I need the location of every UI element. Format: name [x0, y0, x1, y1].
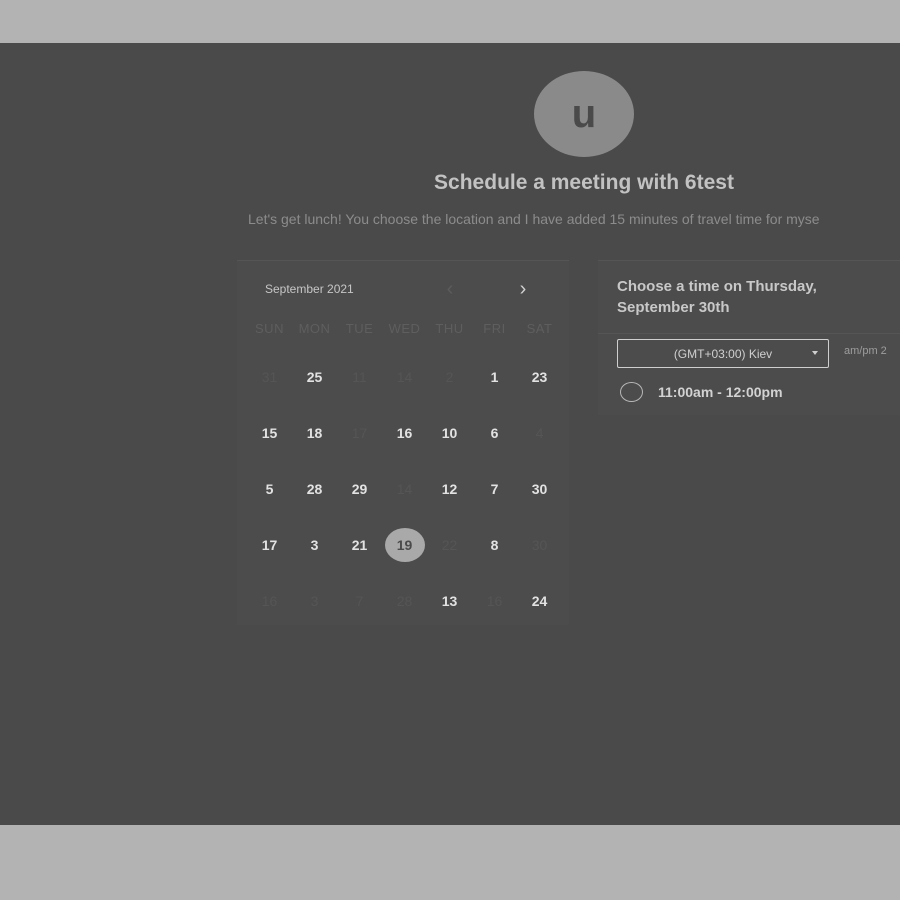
calendar-day[interactable]: 23 — [517, 349, 562, 405]
radio-icon[interactable] — [620, 382, 643, 402]
weekday-label: WED — [388, 321, 421, 336]
calendar-day: 4 — [535, 425, 544, 441]
calendar-day-grid: 31 25 11 14 2 1 23 15 18 17 16 10 6 4 5 28 29 14 12 7 30 17 3 2… — [247, 349, 562, 629]
calendar-day[interactable]: 24 — [517, 573, 562, 629]
time-slot-label: 11:00am - 12:00pm — [658, 384, 783, 400]
scheduling-page: u Schedule a meeting with 6test Let's ge… — [0, 43, 900, 825]
calendar-day: 16 — [261, 593, 278, 609]
time-panel: Choose a time on Thursday, September 30t… — [598, 260, 900, 415]
calendar-day[interactable]: 15 — [247, 405, 292, 461]
calendar-day-number: 19 — [384, 528, 425, 562]
calendar-day: 14 — [396, 481, 413, 497]
time-panel-title: Choose a time on Thursday, September 30t… — [617, 278, 817, 316]
calendar-day: 30 — [531, 537, 548, 553]
calendar-day[interactable]: 5 — [247, 461, 292, 517]
calendar-month-label: September 2021 — [265, 282, 354, 296]
weekday-label: THU — [435, 321, 464, 336]
calendar-day[interactable]: 10 — [427, 405, 472, 461]
calendar-day[interactable]: 17 — [247, 517, 292, 573]
weekday-label: MON — [298, 321, 331, 336]
weekday-label: TUE — [345, 321, 374, 336]
weekday-label: SUN — [255, 321, 284, 336]
weekday-label: FRI — [483, 321, 506, 336]
calendar-day: 16 — [486, 593, 503, 609]
calendar-day[interactable]: 1 — [472, 349, 517, 405]
time-format-toggle[interactable]: am/pm 2 — [844, 345, 887, 357]
chevron-left-icon[interactable]: ‹ — [440, 278, 460, 300]
calendar-day: 2 — [445, 369, 454, 385]
chevron-right-icon[interactable]: › — [513, 278, 533, 300]
calendar-day: 7 — [355, 593, 364, 609]
calendar-day: 17 — [351, 425, 368, 441]
calendar-day: 28 — [396, 593, 413, 609]
calendar-day: 14 — [396, 369, 413, 385]
calendar-day: 3 — [310, 593, 319, 609]
caret-down-icon — [812, 351, 818, 355]
avatar-letter: u — [571, 91, 597, 136]
calendar-day[interactable]: 13 — [427, 573, 472, 629]
timezone-select[interactable]: (GMT+03:00) Kiev — [617, 339, 829, 368]
divider — [598, 333, 900, 334]
calendar-day[interactable]: 3 — [292, 517, 337, 573]
calendar-day: 31 — [261, 369, 278, 385]
calendar-day[interactable]: 25 — [292, 349, 337, 405]
timezone-value: (GMT+03:00) Kiev — [673, 346, 773, 361]
calendar-day[interactable]: 29 — [337, 461, 382, 517]
calendar-day[interactable]: 16 — [382, 405, 427, 461]
calendar-day[interactable]: 8 — [472, 517, 517, 573]
time-slot-option[interactable]: 11:00am - 12:00pm — [620, 382, 783, 402]
weekday-label: SAT — [526, 321, 553, 336]
calendar-day: 22 — [441, 537, 458, 553]
calendar-card: September 2021 ‹ › SUN MON TUE WED THU F… — [237, 260, 569, 625]
avatar: u — [534, 71, 634, 157]
calendar-day: 11 — [352, 369, 367, 385]
calendar-day[interactable]: 21 — [337, 517, 382, 573]
weekday-header: SUN MON TUE WED THU FRI SAT — [247, 321, 562, 336]
calendar-day[interactable]: 6 — [472, 405, 517, 461]
calendar-day[interactable]: 30 — [517, 461, 562, 517]
page-title: Schedule a meeting with 6test — [434, 171, 734, 194]
calendar-day-selected[interactable]: 19 — [382, 517, 427, 573]
calendar-day[interactable]: 28 — [292, 461, 337, 517]
calendar-day[interactable]: 18 — [292, 405, 337, 461]
event-description: Let's get lunch! You choose the location… — [248, 211, 820, 227]
calendar-day[interactable]: 12 — [427, 461, 472, 517]
calendar-day[interactable]: 7 — [472, 461, 517, 517]
